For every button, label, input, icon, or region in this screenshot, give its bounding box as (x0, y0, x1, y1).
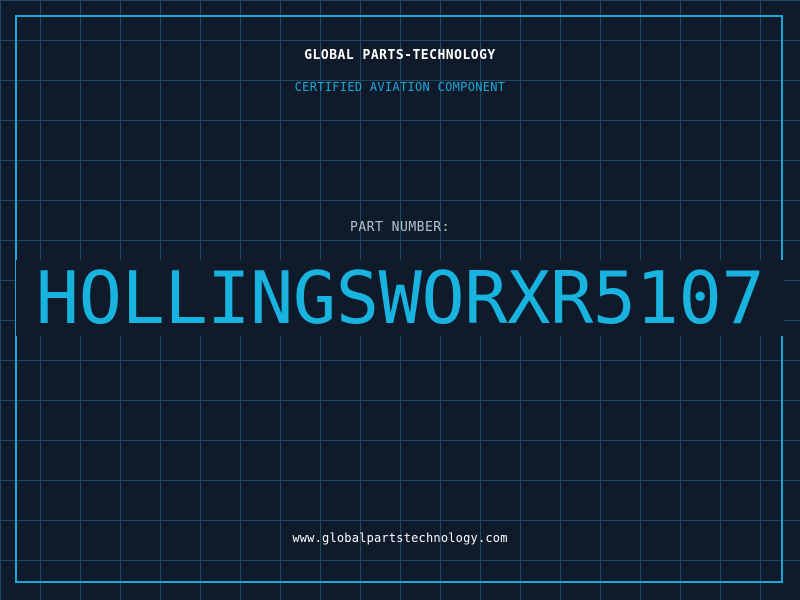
brand-name: GLOBAL PARTS-TECHNOLOGY (304, 48, 496, 63)
certificate-card: GLOBAL PARTS-TECHNOLOGY CERTIFIED AVIATI… (0, 0, 800, 600)
website-url: www.globalpartstechnology.com (292, 531, 508, 545)
certification-subtitle: CERTIFIED AVIATION COMPONENT (294, 80, 506, 94)
part-number-value: HOLLINGSWORXR5107 (35, 260, 765, 336)
part-number-label: PART NUMBER: (350, 220, 450, 235)
